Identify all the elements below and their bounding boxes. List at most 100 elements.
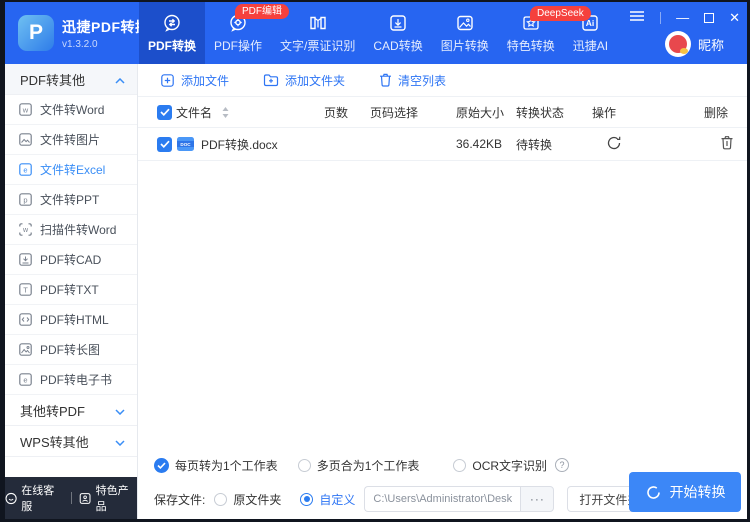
app-window: P 迅捷PDF转换器 v1.3.2.0 PDF转换 PDF操作 文字/票证识别 …: [5, 2, 747, 519]
convert-refresh-icon[interactable]: [606, 135, 622, 151]
tab-label: CAD转换: [373, 37, 422, 54]
sidebar-item-pdf-to-cad[interactable]: PDF转CAD: [5, 245, 137, 275]
file-size: 36.42KB: [456, 137, 516, 151]
file-status: 待转换: [516, 136, 592, 153]
clear-list-icon: [379, 73, 392, 87]
maximize-button[interactable]: [704, 13, 714, 23]
tab-label: 图片转换: [441, 37, 489, 54]
add-file-button[interactable]: 添加文件: [160, 72, 229, 89]
clear-list-button[interactable]: 清空列表: [379, 72, 446, 89]
user-nickname: 昵称: [698, 35, 724, 54]
sidebar-group-other-to-pdf[interactable]: 其他转PDF: [5, 395, 137, 426]
svg-text:p: p: [23, 195, 27, 204]
radio-icon: [298, 459, 311, 472]
col-pages: 页数: [324, 104, 370, 121]
image-doc-icon: [18, 132, 33, 147]
sidebar-item-pdf-to-html[interactable]: PDF转HTML: [5, 305, 137, 335]
chevron-up-icon: [115, 72, 125, 87]
col-convert-status: 转换状态: [516, 104, 592, 121]
sidebar-item-file-to-word[interactable]: w 文件转Word: [5, 95, 137, 125]
top-bar: P 迅捷PDF转换器 v1.3.2.0 PDF转换 PDF操作 文字/票证识别 …: [5, 2, 747, 64]
radio-icon: [214, 493, 227, 506]
pdf-edit-badge: PDF编辑: [235, 4, 289, 19]
scan-word-icon: w: [18, 222, 33, 237]
svg-text:DOC: DOC: [180, 142, 191, 147]
save-label: 保存文件:: [154, 491, 205, 508]
txt-doc-icon: T: [18, 282, 33, 297]
save-path-input[interactable]: [364, 486, 520, 512]
sidebar-footer: 在线客服 特色产品: [5, 477, 137, 519]
table-header: 文件名 页数 页码选择 原始大小 转换状态 操作 删除: [138, 97, 747, 128]
sidebar-group-wps-to-other[interactable]: WPS转其他: [5, 426, 137, 457]
products-icon: [79, 492, 91, 505]
option-ocr[interactable]: OCR文字识别: [453, 457, 547, 474]
excel-doc-icon: e: [18, 162, 33, 177]
avatar[interactable]: [665, 31, 691, 57]
table-row: DOC PDF转换.docx 36.42KB 待转换: [138, 128, 747, 161]
featured-products-link[interactable]: 特色产品: [79, 482, 137, 514]
select-all-checkbox[interactable]: [157, 105, 172, 120]
close-button[interactable]: ✕: [729, 11, 740, 25]
svg-text:e: e: [23, 375, 27, 384]
col-filename: 文件名: [176, 104, 212, 121]
sidebar-item-file-to-image[interactable]: 文件转图片: [5, 125, 137, 155]
convert-spinner-icon: [645, 484, 662, 501]
sidebar-item-scan-to-word[interactable]: w 扫描件转Word: [5, 215, 137, 245]
top-right: — ✕ 昵称: [617, 2, 747, 64]
minimize-button[interactable]: —: [676, 11, 689, 25]
user-area[interactable]: 昵称: [665, 31, 724, 57]
tab-image-convert[interactable]: 图片转换: [432, 2, 498, 64]
tab-pdf-convert[interactable]: PDF转换: [139, 2, 205, 64]
row-checkbox[interactable]: [157, 137, 172, 152]
col-original-size: 原始大小: [456, 104, 516, 121]
doc-file-icon: DOC: [176, 136, 195, 152]
window-frame: P 迅捷PDF转换器 v1.3.2.0 PDF转换 PDF操作 文字/票证识别 …: [0, 0, 750, 522]
chevron-down-icon: [115, 434, 125, 449]
file-toolbar: 添加文件 添加文件夹 清空列表: [138, 64, 747, 97]
sidebar-item-pdf-to-ebook[interactable]: e PDF转电子书: [5, 365, 137, 395]
col-action: 操作: [592, 104, 704, 121]
ppt-doc-icon: p: [18, 192, 33, 207]
option-per-page-sheet[interactable]: 每页转为1个工作表: [154, 457, 278, 474]
ocr-scan-icon: [308, 13, 328, 33]
option-merge-sheet[interactable]: 多页合为1个工作表: [298, 457, 420, 474]
ebook-doc-icon: e: [18, 372, 33, 387]
sidebar-group-pdf-to-other[interactable]: PDF转其他: [5, 64, 137, 95]
delete-row-icon[interactable]: [720, 135, 734, 150]
cad-convert-icon: [388, 13, 408, 33]
svg-text:w: w: [22, 105, 29, 114]
word-doc-icon: w: [18, 102, 33, 117]
file-name: PDF转换.docx: [201, 136, 278, 153]
menu-icon[interactable]: [629, 10, 645, 25]
svg-text:e: e: [23, 165, 27, 174]
cad-doc-icon: [18, 252, 33, 267]
option-custom-folder[interactable]: 自定义: [300, 491, 355, 508]
svg-text:w: w: [22, 227, 29, 234]
sidebar-item-pdf-to-long-image[interactable]: PDF转长图: [5, 335, 137, 365]
file-list-empty-area: [138, 161, 747, 451]
pdf-convert-icon: [162, 13, 182, 33]
body: PDF转其他 w 文件转Word 文件转图片 e 文件转Excel p 文件转P…: [5, 64, 747, 519]
sidebar-item-file-to-ppt[interactable]: p 文件转PPT: [5, 185, 137, 215]
radio-checked-icon: [154, 458, 169, 473]
option-original-folder[interactable]: 原文件夹: [214, 491, 281, 508]
ocr-help-icon[interactable]: ?: [555, 458, 569, 472]
add-folder-button[interactable]: 添加文件夹: [263, 72, 345, 89]
sidebar-item-file-to-excel[interactable]: e 文件转Excel: [5, 155, 137, 185]
tab-cad-convert[interactable]: CAD转换: [364, 2, 431, 64]
col-delete: 删除: [704, 104, 747, 121]
start-convert-button[interactable]: 开始转换: [629, 472, 741, 512]
chevron-down-icon: [115, 403, 125, 418]
svg-text:T: T: [23, 285, 28, 294]
browse-button[interactable]: ···: [520, 486, 554, 512]
app-logo: P 迅捷PDF转换器 v1.3.2.0: [5, 2, 139, 64]
customer-service-icon: [5, 492, 17, 505]
sort-icon[interactable]: [222, 107, 229, 118]
col-page-select: 页码选择: [370, 104, 456, 121]
add-folder-icon: [263, 73, 279, 87]
online-service-link[interactable]: 在线客服: [5, 482, 63, 514]
main-panel: 添加文件 添加文件夹 清空列表 文件名 页数: [138, 64, 747, 519]
sidebar-item-pdf-to-txt[interactable]: T PDF转TXT: [5, 275, 137, 305]
add-file-icon: [160, 73, 175, 88]
tab-label: 文字/票证识别: [280, 37, 355, 54]
